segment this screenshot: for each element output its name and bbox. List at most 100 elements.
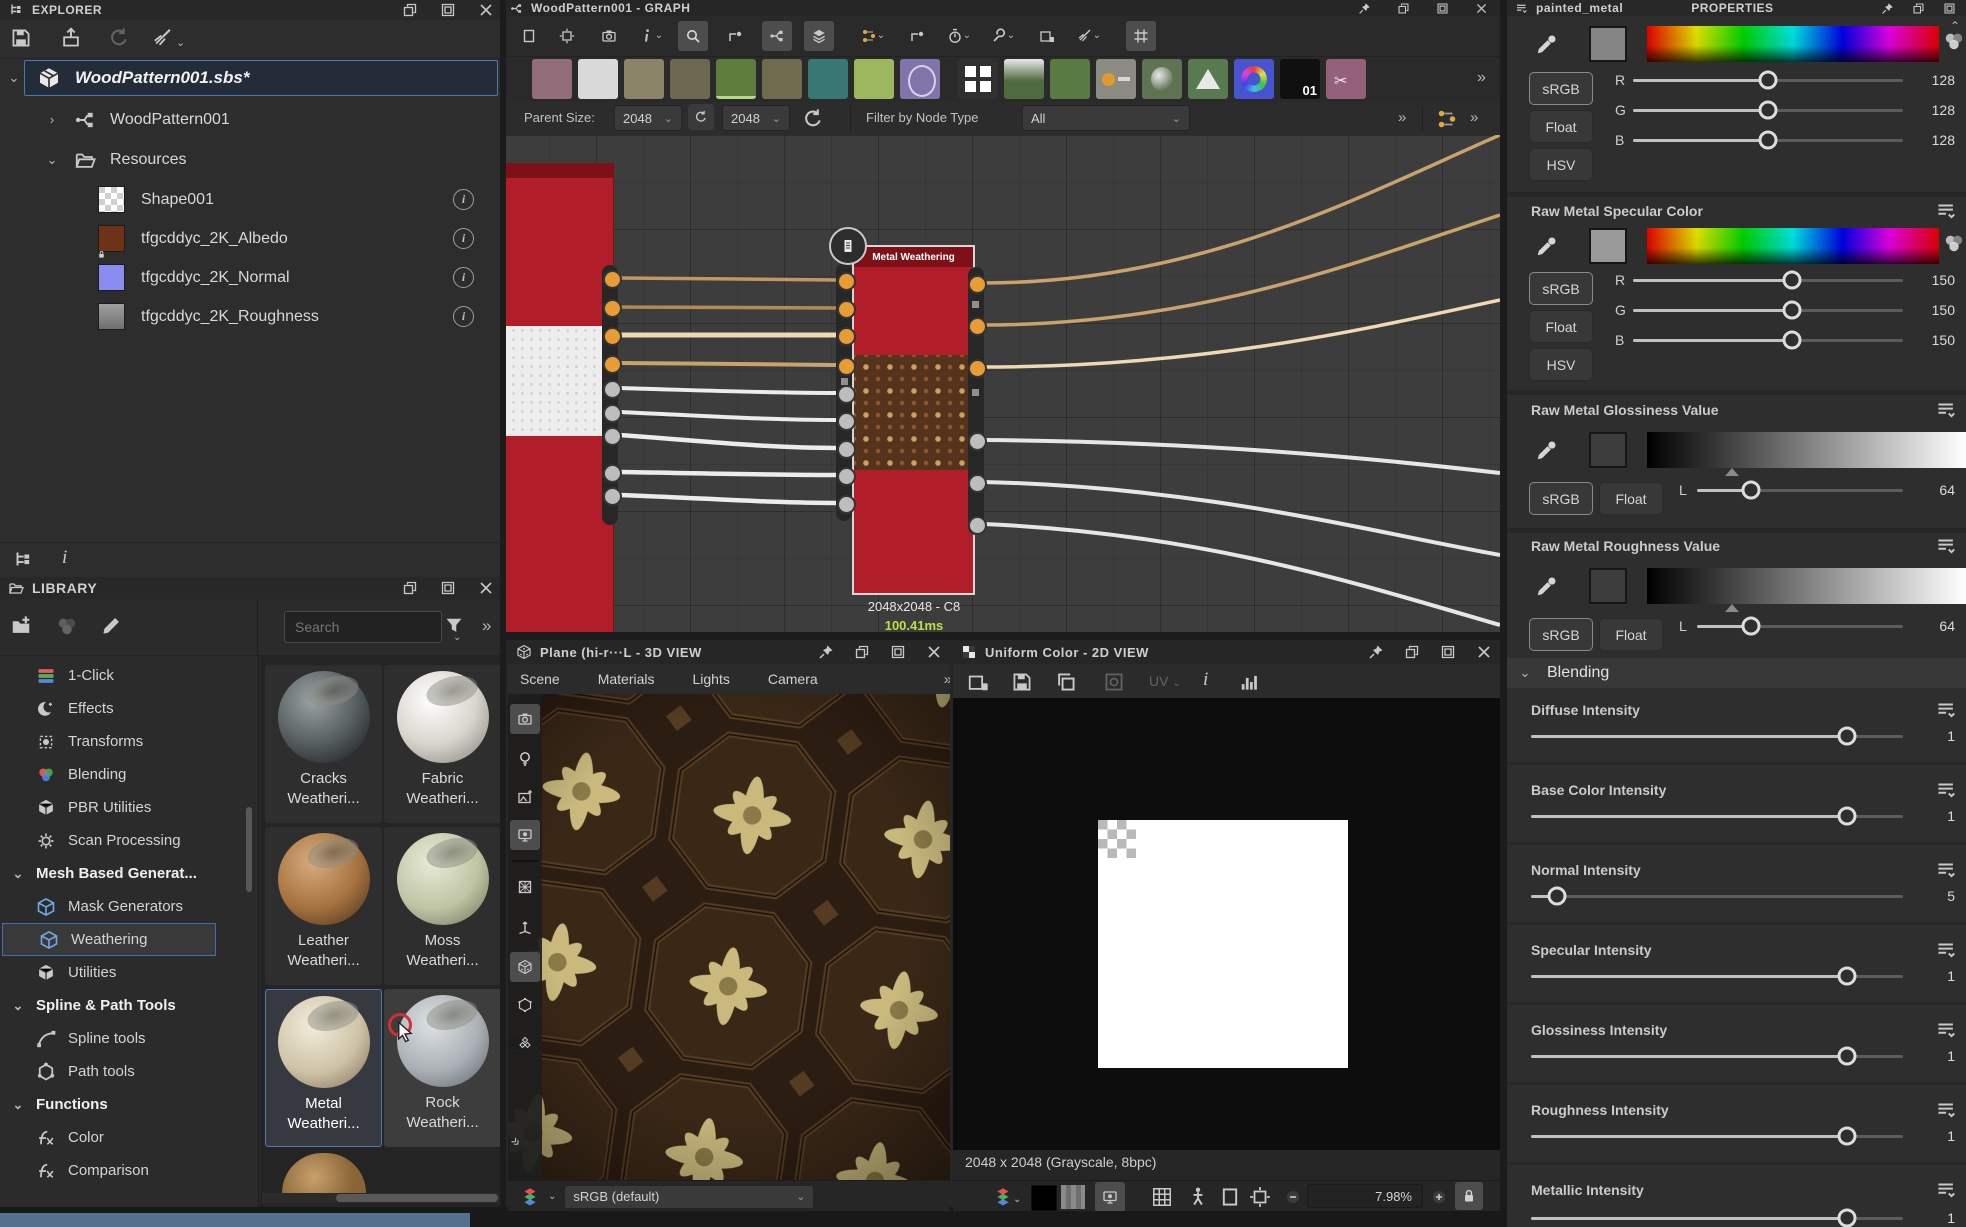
zoom-in-icon[interactable]	[1431, 1189, 1447, 1205]
graph-view-button[interactable]	[762, 21, 792, 51]
output-connector[interactable]	[603, 327, 622, 346]
parent-size-height-dropdown[interactable]: 2048⌄	[722, 105, 790, 131]
slider-menu-icon[interactable]	[1935, 1179, 1957, 1201]
node-palette-gradient[interactable]	[1004, 59, 1044, 99]
display-settings-button[interactable]	[510, 820, 540, 850]
node-align-button[interactable]	[1436, 108, 1458, 130]
copy-image-button[interactable]	[1055, 671, 1077, 693]
info-icon[interactable]: i	[453, 228, 474, 249]
actual-pixels-button[interactable]	[1249, 1186, 1271, 1208]
mesh-button[interactable]	[510, 990, 540, 1020]
normal-intensity-slider[interactable]: 5	[1531, 888, 1955, 904]
collapse-icon[interactable]: ⌄	[44, 152, 60, 168]
library-category-mask-generators[interactable]: Mask Generators	[0, 890, 291, 923]
input-connector[interactable]	[837, 300, 856, 319]
hsv-button[interactable]: HSV	[1529, 148, 1593, 181]
specular-color-swatch[interactable]	[1589, 228, 1627, 264]
output-connector[interactable]	[603, 380, 622, 399]
slider-menu-icon[interactable]	[1935, 779, 1957, 801]
library-category-transforms[interactable]: Transforms	[0, 725, 291, 758]
node-palette-shape[interactable]	[900, 59, 940, 99]
close-icon[interactable]	[1475, 2, 1488, 15]
collapse-icon[interactable]: ⌄	[10, 998, 26, 1014]
maximize-icon[interactable]	[1436, 2, 1449, 15]
library-category-comparison[interactable]: Comparison	[0, 1154, 291, 1187]
palette-more-icon[interactable]: »	[1477, 70, 1486, 86]
slider-menu-icon[interactable]	[1935, 939, 1957, 961]
node-palette-scissors[interactable]: ✂	[1326, 59, 1366, 99]
node-palette-histogram[interactable]	[1188, 59, 1228, 99]
uv-layout-button[interactable]	[510, 1028, 540, 1058]
save-image-button[interactable]	[1011, 671, 1033, 693]
color-swatches-icon[interactable]	[1943, 30, 1965, 52]
light-tool-button[interactable]	[510, 744, 540, 774]
image-info-button[interactable]: i	[1203, 669, 1208, 691]
node-document-badge[interactable]	[829, 227, 867, 265]
node-palette-splatter[interactable]	[1050, 59, 1090, 99]
library-category-utilities[interactable]: Utilities	[0, 956, 291, 989]
glossiness-intensity-slider[interactable]: 1	[1531, 1048, 1955, 1064]
luminance-slider[interactable]: L64	[1679, 482, 1955, 498]
collapse-icon[interactable]: ⌄	[1517, 665, 1533, 681]
metallic-intensity-slider[interactable]: 1	[1531, 1210, 1955, 1226]
close-icon[interactable]	[926, 644, 942, 660]
frame-all-button[interactable]	[514, 21, 544, 51]
node-palette-value[interactable]: 01	[1280, 59, 1320, 99]
output-connector[interactable]	[968, 474, 987, 493]
blue-slider[interactable]: B128	[1615, 132, 1955, 148]
slider-menu-icon[interactable]	[1935, 859, 1957, 881]
viewport-3d[interactable]: »	[508, 694, 950, 1180]
snap-grid-button[interactable]	[1126, 21, 1156, 51]
library-item-partial[interactable]	[282, 1153, 366, 1193]
srgb-button[interactable]: sRGB	[1529, 272, 1593, 305]
timings-button[interactable]: ⌄	[944, 21, 974, 51]
maximize-icon[interactable]	[1440, 644, 1456, 660]
row-more-icon[interactable]: »	[1398, 110, 1406, 125]
background-gray-swatch[interactable]	[1061, 1185, 1085, 1209]
blending-section-header[interactable]: ⌄ Blending	[1507, 658, 1966, 688]
output-connector[interactable]	[603, 355, 622, 374]
specular-intensity-slider[interactable]: 1	[1531, 968, 1955, 984]
node-palette-distance[interactable]	[808, 59, 848, 99]
output-connector[interactable]	[968, 432, 987, 451]
float-window-icon[interactable]	[854, 644, 870, 660]
node-palette-gradient-map[interactable]	[1234, 59, 1274, 99]
size-link-button[interactable]	[688, 104, 714, 130]
base-color-gradient-bar[interactable]	[1647, 26, 1939, 62]
float-button[interactable]: Float	[1529, 310, 1593, 343]
graph-canvas[interactable]: Metal Weathering	[502, 135, 1500, 632]
float-window-icon[interactable]	[402, 580, 418, 596]
new-filter-button[interactable]	[56, 615, 78, 637]
library-category-path-tools[interactable]: Path tools	[0, 1055, 291, 1088]
library-group-functions[interactable]: ⌄Functions	[0, 1088, 265, 1121]
source-node[interactable]	[502, 163, 614, 632]
node-palette-directional-warp[interactable]	[670, 59, 710, 99]
environment-tool-button[interactable]	[510, 782, 540, 812]
display-mode-button[interactable]	[1095, 1182, 1125, 1211]
layers-button[interactable]	[804, 21, 834, 51]
float-window-icon[interactable]	[1912, 2, 1925, 15]
pin-icon[interactable]	[1881, 2, 1894, 15]
output-connector[interactable]	[603, 404, 622, 423]
close-icon[interactable]	[478, 580, 494, 596]
maximize-icon[interactable]	[890, 644, 906, 660]
collapse-icon[interactable]: ⌄	[10, 1097, 26, 1113]
float-button[interactable]: Float	[1599, 618, 1663, 651]
pin-icon[interactable]	[1358, 2, 1371, 15]
parent-size-width-dropdown[interactable]: 2048⌄	[614, 105, 682, 131]
library-item-moss[interactable]: MossWeatheri...	[384, 827, 501, 985]
output-connector[interactable]	[603, 270, 622, 289]
blue-slider[interactable]: B150	[1615, 332, 1955, 348]
connector-style-button[interactable]	[902, 21, 932, 51]
menu-scene[interactable]: Scene	[520, 671, 560, 687]
mannequin-button[interactable]	[1187, 1186, 1209, 1208]
output-connector[interactable]	[603, 464, 622, 483]
metal-weathering-node[interactable]: Metal Weathering	[852, 245, 975, 595]
output-connector[interactable]	[603, 299, 622, 318]
node-palette-tile-sampler[interactable]	[958, 59, 998, 99]
colorspace-icon[interactable]	[520, 1187, 540, 1207]
menu-more-icon[interactable]: »	[944, 672, 950, 687]
slider-menu-icon[interactable]	[1935, 1019, 1957, 1041]
library-group-spline-path[interactable]: ⌄Spline & Path Tools	[0, 989, 265, 1022]
library-category-blending[interactable]: Blending	[0, 758, 291, 791]
